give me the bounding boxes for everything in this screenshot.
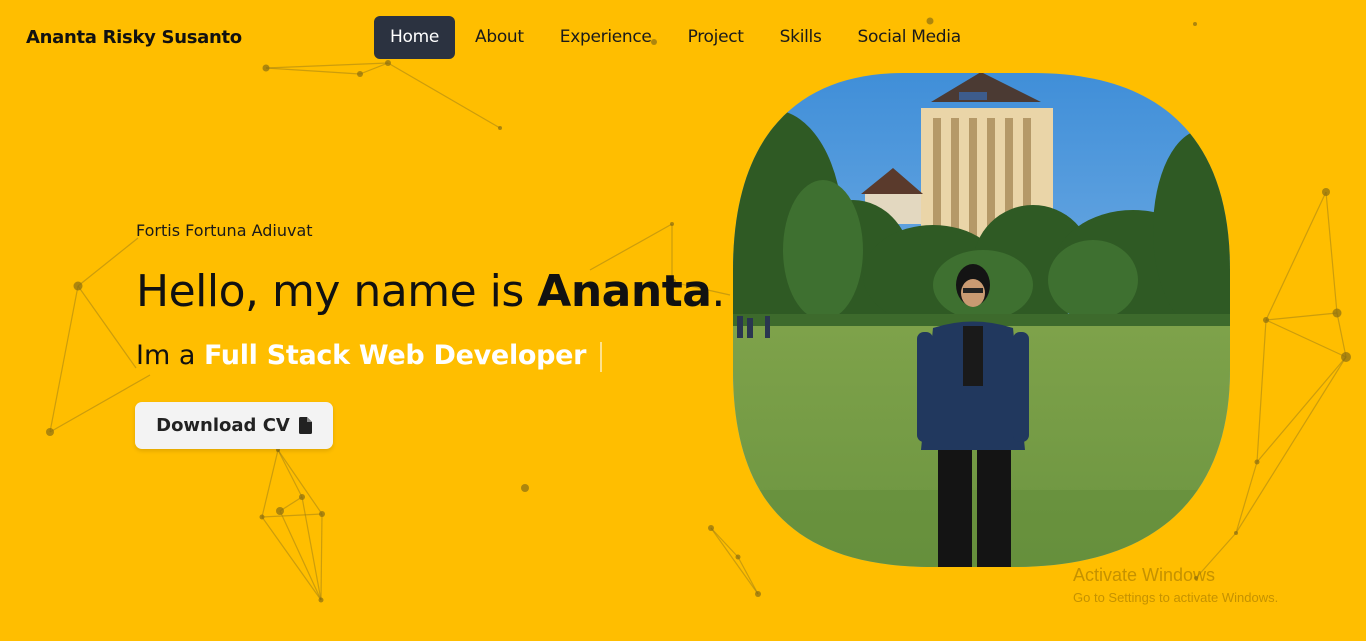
site-brand[interactable]: Ananta Risky Susanto bbox=[26, 27, 242, 48]
role-typed-text: Full Stack Web Developer bbox=[203, 340, 587, 371]
download-cv-button[interactable]: Download CV bbox=[135, 402, 333, 449]
role-prefix: Im a bbox=[136, 340, 204, 371]
greeting-name: Ananta bbox=[537, 266, 712, 317]
profile-photo bbox=[733, 73, 1230, 567]
nav-project[interactable]: Project bbox=[672, 16, 760, 59]
hero-tagline: Fortis Fortuna Adiuvat bbox=[136, 221, 313, 240]
file-icon bbox=[298, 417, 312, 434]
nav-skills[interactable]: Skills bbox=[764, 16, 838, 59]
nav-experience[interactable]: Experience bbox=[544, 16, 668, 59]
windows-activation-watermark: Activate Windows Go to Settings to activ… bbox=[1073, 565, 1278, 605]
download-cv-label: Download CV bbox=[156, 415, 290, 436]
hero-role: Im a Full Stack Web Developer bbox=[136, 340, 603, 372]
nav-social-media[interactable]: Social Media bbox=[842, 16, 977, 59]
nav-home[interactable]: Home bbox=[374, 16, 456, 59]
hero-greeting: Hello, my name is Ananta. bbox=[136, 266, 725, 317]
greeting-suffix: . bbox=[711, 266, 725, 317]
main-nav: Home About Experience Project Skills Soc… bbox=[374, 16, 981, 59]
typing-cursor bbox=[600, 341, 603, 372]
nav-about[interactable]: About bbox=[459, 16, 540, 59]
watermark-title: Activate Windows bbox=[1073, 565, 1216, 585]
watermark-subtitle: Go to Settings to activate Windows. bbox=[1073, 590, 1279, 605]
greeting-prefix: Hello, my name is bbox=[136, 266, 538, 317]
